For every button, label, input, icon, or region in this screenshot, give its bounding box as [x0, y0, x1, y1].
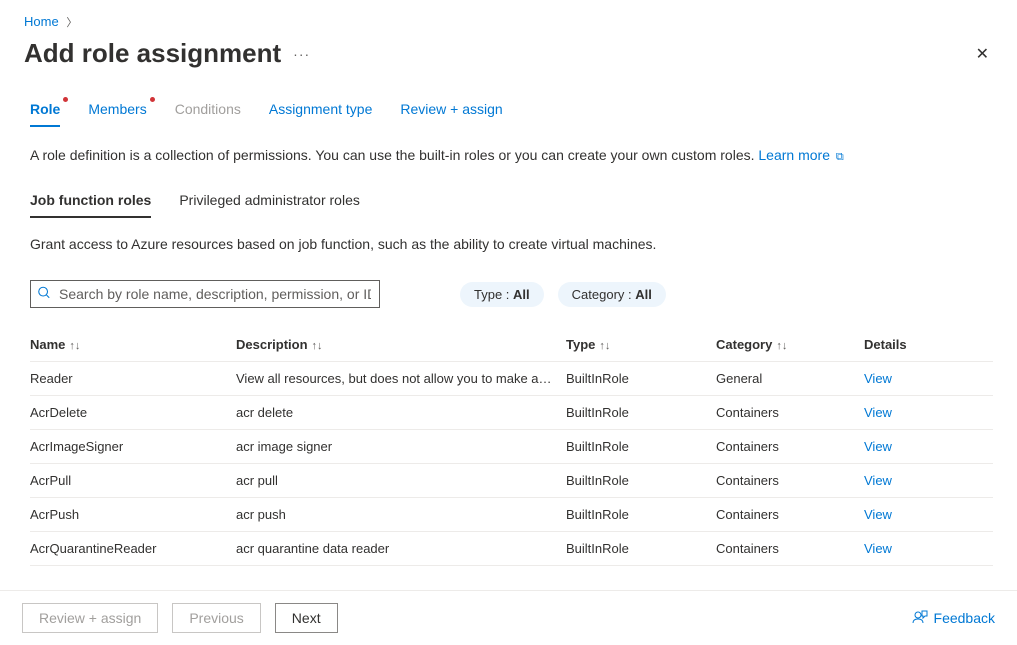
view-link[interactable]: View — [864, 507, 892, 522]
feedback-icon — [912, 609, 928, 628]
tab-conditions[interactable]: Conditions — [175, 95, 241, 127]
cell-type: BuiltInRole — [566, 473, 716, 488]
search-box — [30, 280, 380, 308]
cell-type: BuiltInRole — [566, 439, 716, 454]
tab-role[interactable]: Role — [30, 95, 60, 127]
table-row[interactable]: AcrPushacr pushBuiltInRoleContainersView — [30, 498, 993, 532]
sort-icon: ↑↓ — [69, 340, 80, 352]
external-link-icon: ⧉ — [836, 151, 844, 163]
subtab-privileged[interactable]: Privileged administrator roles — [179, 188, 360, 218]
table-row[interactable]: ReaderView all resources, but does not a… — [30, 362, 993, 396]
cell-category: Containers — [716, 541, 864, 556]
tab-review-assign[interactable]: Review + assign — [400, 95, 502, 127]
required-dot-icon — [150, 97, 155, 102]
cell-description: acr quarantine data reader — [236, 541, 566, 556]
view-link[interactable]: View — [864, 541, 892, 556]
cell-description: acr pull — [236, 473, 566, 488]
more-options-button[interactable]: ··· — [293, 46, 310, 62]
filter-type-pill[interactable]: Type : All — [460, 282, 544, 307]
cell-name: AcrPush — [30, 507, 236, 522]
cell-name: AcrDelete — [30, 405, 236, 420]
description-line: A role definition is a collection of per… — [30, 147, 993, 164]
col-header-type[interactable]: Type↑↓ — [566, 337, 716, 352]
cell-type: BuiltInRole — [566, 507, 716, 522]
table-row[interactable]: AcrImageSigneracr image signerBuiltInRol… — [30, 430, 993, 464]
page-header: Add role assignment ··· ✕ — [0, 36, 1017, 77]
table-header-row: Name↑↓ Description↑↓ Type↑↓ Category↑↓ D… — [30, 328, 993, 362]
search-input[interactable] — [30, 280, 380, 308]
cell-name: AcrImageSigner — [30, 439, 236, 454]
breadcrumb: Home 〉 — [0, 0, 1017, 36]
cell-name: AcrPull — [30, 473, 236, 488]
tab-members[interactable]: Members — [88, 95, 146, 127]
role-type-tabs: Job function roles Privileged administra… — [30, 188, 993, 218]
cell-category: General — [716, 371, 864, 386]
cell-category: Containers — [716, 473, 864, 488]
cell-name: Reader — [30, 371, 236, 386]
close-button[interactable]: ✕ — [972, 40, 993, 68]
filter-category-pill[interactable]: Category : All — [558, 282, 666, 307]
col-header-category[interactable]: Category↑↓ — [716, 337, 864, 352]
review-assign-button[interactable]: Review + assign — [22, 603, 158, 633]
cell-type: BuiltInRole — [566, 371, 716, 386]
footer-bar: Review + assign Previous Next Feedback — [0, 590, 1017, 645]
subtab-description: Grant access to Azure resources based on… — [30, 236, 993, 252]
breadcrumb-home[interactable]: Home — [24, 14, 59, 29]
sort-icon: ↑↓ — [776, 340, 787, 352]
cell-description: acr image signer — [236, 439, 566, 454]
cell-category: Containers — [716, 439, 864, 454]
page-title: Add role assignment — [24, 38, 281, 69]
table-row[interactable]: AcrQuarantineReaderacr quarantine data r… — [30, 532, 993, 566]
cell-description: acr delete — [236, 405, 566, 420]
cell-description: acr push — [236, 507, 566, 522]
step-tabs: Role Members Conditions Assignment type … — [30, 95, 993, 127]
previous-button[interactable]: Previous — [172, 603, 260, 633]
search-icon — [37, 286, 51, 303]
cell-category: Containers — [716, 405, 864, 420]
feedback-link[interactable]: Feedback — [912, 609, 995, 628]
cell-description: View all resources, but does not allow y… — [236, 371, 566, 386]
cell-name: AcrQuarantineReader — [30, 541, 236, 556]
table-row[interactable]: AcrDeleteacr deleteBuiltInRoleContainers… — [30, 396, 993, 430]
subtab-job-function[interactable]: Job function roles — [30, 188, 151, 218]
table-row[interactable]: AcrPullacr pullBuiltInRoleContainersView — [30, 464, 993, 498]
table-row[interactable]: AcrQuarantineWriteracr quarantine data w… — [30, 566, 993, 567]
sort-icon: ↑↓ — [312, 340, 323, 352]
tab-assignment-type[interactable]: Assignment type — [269, 95, 373, 127]
cell-type: BuiltInRole — [566, 541, 716, 556]
view-link[interactable]: View — [864, 473, 892, 488]
view-link[interactable]: View — [864, 405, 892, 420]
view-link[interactable]: View — [864, 439, 892, 454]
next-button[interactable]: Next — [275, 603, 338, 633]
col-header-description[interactable]: Description↑↓ — [236, 337, 566, 352]
view-link[interactable]: View — [864, 371, 892, 386]
cell-category: Containers — [716, 507, 864, 522]
cell-type: BuiltInRole — [566, 405, 716, 420]
content-scroll[interactable]: Role Members Conditions Assignment type … — [0, 77, 1017, 567]
filter-row: Type : All Category : All — [30, 280, 993, 308]
required-dot-icon — [63, 97, 68, 102]
learn-more-link[interactable]: Learn more ⧉ — [758, 147, 843, 163]
roles-table: Name↑↓ Description↑↓ Type↑↓ Category↑↓ D… — [30, 328, 993, 567]
col-header-details: Details — [864, 337, 954, 352]
col-header-name[interactable]: Name↑↓ — [30, 337, 236, 352]
sort-icon: ↑↓ — [599, 340, 610, 352]
chevron-right-icon: 〉 — [66, 17, 77, 29]
